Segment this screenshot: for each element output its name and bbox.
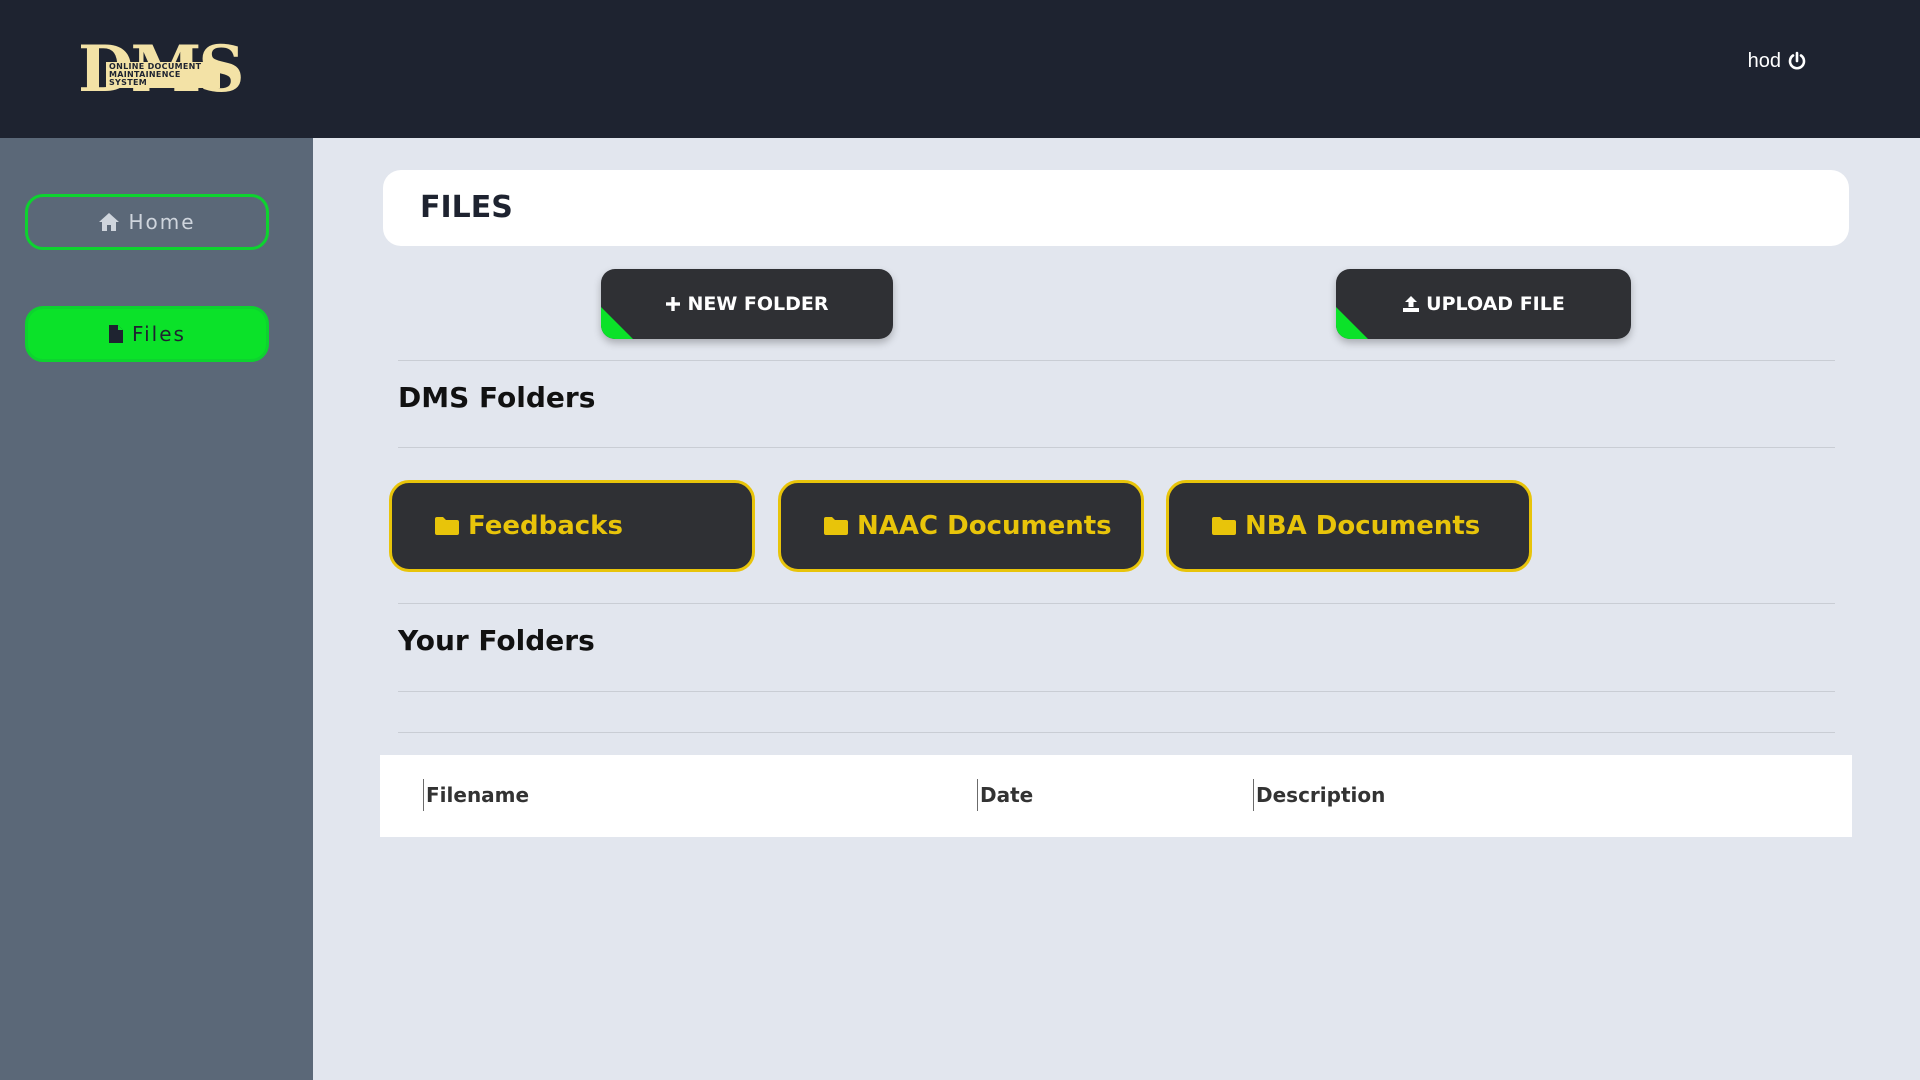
upload-icon bbox=[1402, 295, 1420, 313]
page-title: FILES bbox=[420, 190, 513, 225]
sidebar-item-home[interactable]: Home bbox=[25, 194, 269, 250]
home-icon bbox=[98, 212, 120, 232]
sidebar-item-label: Files bbox=[132, 322, 186, 346]
dms-logo[interactable]: DMS ONLINE DOCUMENT MAINTAINENCE SYSTEM bbox=[78, 38, 245, 102]
folder-icon bbox=[1211, 516, 1237, 536]
folder-label: NAAC Documents bbox=[857, 511, 1112, 541]
column-header-filename[interactable]: Filename bbox=[423, 779, 529, 811]
plus-icon bbox=[665, 296, 681, 312]
new-folder-button[interactable]: NEW FOLDER bbox=[601, 269, 893, 339]
user-menu[interactable]: hod bbox=[1748, 48, 1807, 74]
folder-label: Feedbacks bbox=[468, 511, 623, 541]
folder-feedbacks[interactable]: Feedbacks bbox=[389, 480, 755, 572]
sidebar-item-files[interactable]: Files bbox=[25, 306, 269, 362]
divider bbox=[398, 603, 1835, 604]
power-icon[interactable] bbox=[1787, 51, 1807, 71]
folder-icon bbox=[823, 516, 849, 536]
column-header-description[interactable]: Description bbox=[1253, 779, 1385, 811]
main-content: FILES NEW FOLDER UPLOAD FILE DMS Folders bbox=[313, 138, 1920, 1080]
folder-label: NBA Documents bbox=[1245, 511, 1481, 541]
folder-naac-documents[interactable]: NAAC Documents bbox=[778, 480, 1144, 572]
your-folders-heading: Your Folders bbox=[398, 624, 595, 657]
divider bbox=[398, 447, 1835, 448]
column-header-date[interactable]: Date bbox=[977, 779, 1033, 811]
divider bbox=[398, 691, 1835, 692]
divider bbox=[398, 732, 1835, 733]
upload-file-label: UPLOAD FILE bbox=[1426, 293, 1565, 315]
new-folder-label: NEW FOLDER bbox=[687, 293, 829, 315]
folder-icon bbox=[434, 516, 460, 536]
divider bbox=[398, 360, 1835, 361]
username: hod bbox=[1747, 50, 1781, 72]
top-bar: DMS ONLINE DOCUMENT MAINTAINENCE SYSTEM … bbox=[0, 0, 1920, 138]
files-table: Filename Date Description bbox=[380, 755, 1852, 837]
dms-folders-heading: DMS Folders bbox=[398, 381, 596, 414]
logo-tagline: ONLINE DOCUMENT MAINTAINENCE SYSTEM bbox=[106, 62, 220, 88]
sidebar: Home Files bbox=[0, 138, 313, 1080]
page-title-card: FILES bbox=[383, 170, 1849, 246]
upload-file-button[interactable]: UPLOAD FILE bbox=[1336, 269, 1631, 339]
file-icon bbox=[108, 324, 124, 344]
sidebar-item-label: Home bbox=[128, 210, 196, 234]
folder-nba-documents[interactable]: NBA Documents bbox=[1166, 480, 1532, 572]
